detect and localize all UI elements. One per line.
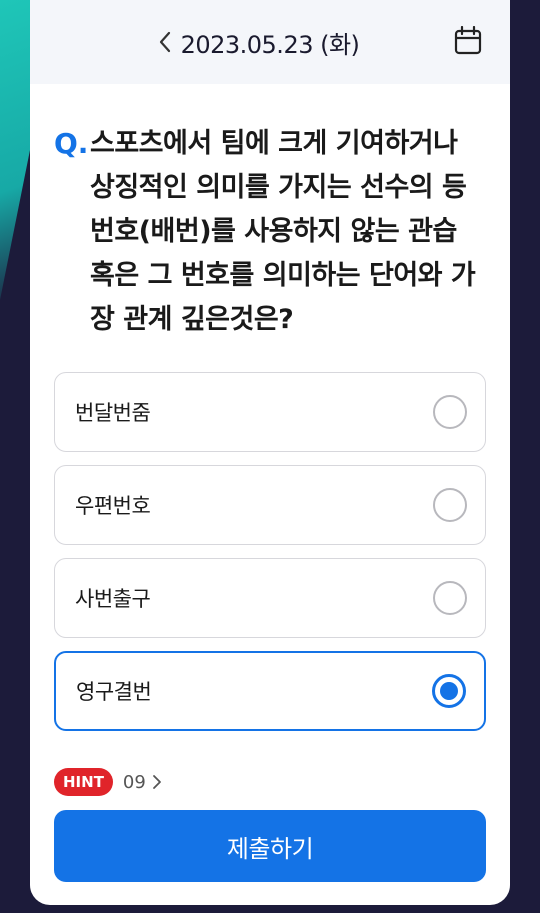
radio-button[interactable] [433, 488, 467, 522]
chevron-right-icon [152, 775, 161, 789]
hint-count: 09 [122, 771, 146, 793]
answer-option-1[interactable]: 번달번줌 [54, 372, 486, 452]
radio-button[interactable] [433, 395, 467, 429]
hint-row: HINT 09 [30, 744, 510, 796]
date-header: 2023.05.23 (화) [30, 0, 510, 84]
question-prefix: Q. [54, 127, 89, 160]
quiz-card: 2023.05.23 (화) Q. 스포츠에서 팀에 크게 기여하거나 상징적인… [30, 0, 510, 905]
answer-option-4[interactable]: 영구결번 [54, 651, 486, 731]
chevron-left-icon [159, 31, 171, 53]
hint-link[interactable]: 09 [123, 772, 162, 793]
answer-option-label: 사번출구 [75, 587, 151, 611]
submit-button[interactable]: 제출하기 [54, 810, 486, 882]
current-date: 2023.05.23 (화) [180, 30, 360, 59]
calendar-icon [454, 25, 482, 55]
question-text: 스포츠에서 팀에 크게 기여하거나 상징적인 의미를 가지는 선수의 등 번호(… [90, 128, 476, 335]
previous-date-button[interactable] [154, 28, 176, 56]
hint-badge: HINT [54, 768, 113, 796]
radio-button-selected[interactable] [432, 674, 466, 708]
calendar-button[interactable] [454, 25, 482, 56]
question-block: Q. 스포츠에서 팀에 크게 기여하거나 상징적인 의미를 가지는 선수의 등 … [30, 84, 510, 342]
answer-option-3[interactable]: 사번출구 [54, 558, 486, 638]
answer-option-label: 우편번호 [75, 494, 151, 518]
answer-option-label: 영구결번 [76, 680, 152, 704]
answer-options: 번달번줌 우편번호 사번출구 영구결번 [30, 342, 510, 731]
answer-option-2[interactable]: 우편번호 [54, 465, 486, 545]
answer-option-label: 번달번줌 [75, 401, 151, 425]
radio-button[interactable] [433, 581, 467, 615]
